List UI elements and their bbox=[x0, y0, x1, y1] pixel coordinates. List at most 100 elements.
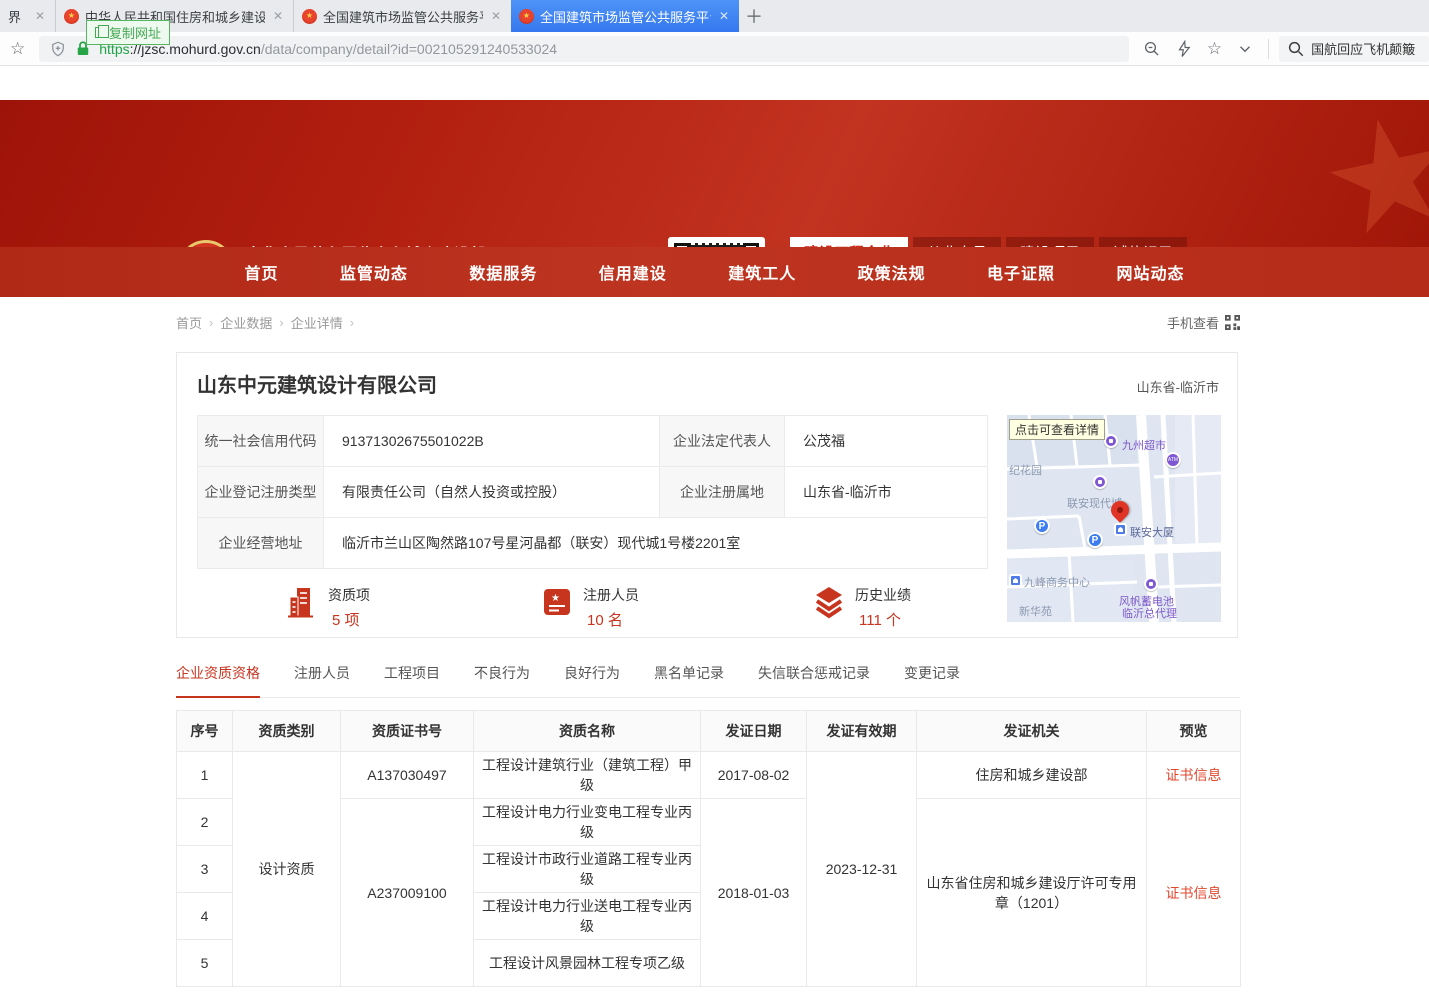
close-icon[interactable]: ✕ bbox=[33, 9, 47, 23]
nav-item-license[interactable]: 电子证照 bbox=[987, 260, 1055, 284]
cell-qual-name: 工程设计电力行业送电工程专业丙级 bbox=[474, 893, 701, 940]
breadcrumb-separator: › bbox=[350, 315, 354, 330]
cell-authority: 山东省住房和城乡建设厅许可专用章（1201） bbox=[917, 799, 1147, 987]
browser-tab-0[interactable]: 界 ✕ bbox=[0, 0, 55, 32]
location-map[interactable]: 点击可查看详情 九州超市 ATM 纪花园 联安现代城 联安大厦 P P 九峰商务… bbox=[1007, 415, 1221, 622]
tab-qualification[interactable]: 企业资质资格 bbox=[176, 663, 260, 698]
search-tab-project[interactable]: 建设项目 bbox=[1006, 237, 1094, 247]
tab-projects[interactable]: 工程项目 bbox=[384, 663, 440, 697]
certificate-icon: ★ bbox=[541, 585, 573, 619]
nav-item-data-service[interactable]: 数据服务 bbox=[469, 260, 537, 284]
breadcrumb-company-data[interactable]: 企业数据 bbox=[220, 313, 272, 332]
browser-search-box[interactable]: 国航回应飞机颠簸 bbox=[1279, 36, 1429, 62]
col-header: 资质类别 bbox=[233, 711, 341, 752]
site-favicon-icon: ★ bbox=[302, 9, 317, 24]
address-bar[interactable]: https://jzsc.mohurd.gov.cn/data/company/… bbox=[39, 36, 1129, 62]
company-info-table: 统一社会信用代码 91371302675501022B 企业法定代表人 公茂福 … bbox=[197, 415, 988, 569]
map-building-icon bbox=[1114, 523, 1127, 536]
cell-category: 设计资质 bbox=[233, 752, 341, 987]
breadcrumb-home[interactable]: 首页 bbox=[176, 313, 202, 332]
tab-change-record[interactable]: 变更记录 bbox=[904, 663, 960, 697]
reg-place-value: 山东省-临沂市 bbox=[785, 467, 988, 518]
favorite-star-icon[interactable]: ☆ bbox=[1207, 39, 1222, 59]
cell-issue-date: 2018-01-03 bbox=[701, 799, 807, 987]
close-icon[interactable]: ✕ bbox=[717, 9, 731, 23]
field-label: 企业登记注册类型 bbox=[198, 467, 324, 518]
site-favicon-icon: ★ bbox=[64, 9, 79, 24]
map-parking-icon: P bbox=[1034, 518, 1050, 534]
stat-label: 注册人员 bbox=[583, 585, 639, 605]
cell-qual-name: 工程设计风景园林工程专项乙级 bbox=[474, 940, 701, 987]
star-decoration-icon bbox=[1319, 107, 1429, 247]
stat-qualifications: 资质项 5 项 bbox=[286, 585, 370, 630]
mobile-view[interactable]: 手机查看 bbox=[1167, 313, 1240, 332]
cell-no: 4 bbox=[177, 893, 233, 940]
company-stats: 资质项 5 项 ★ 注册人员 10 名 历史业绩 111 个 bbox=[177, 585, 987, 633]
bookmark-star-icon[interactable]: ☆ bbox=[10, 39, 25, 59]
divider bbox=[1268, 39, 1269, 59]
stat-value: 111 个 bbox=[855, 609, 911, 630]
breadcrumb-company-detail[interactable]: 企业详情 bbox=[291, 313, 343, 332]
cell-qual-name: 工程设计市政行业道路工程专业丙级 bbox=[474, 846, 701, 893]
nav-item-news[interactable]: 网站动态 bbox=[1116, 260, 1184, 284]
chevron-down-icon[interactable] bbox=[1236, 40, 1254, 58]
national-emblem-logo: ★ bbox=[178, 240, 234, 247]
lightning-icon[interactable] bbox=[1175, 40, 1193, 58]
nav-item-credit[interactable]: 信用建设 bbox=[599, 260, 667, 284]
tab-label: 全国建筑市场监管公共服务平台 bbox=[323, 7, 483, 26]
browser-toolbar: ☆ https://jzsc.mohurd.gov.cn/data/compan… bbox=[0, 32, 1429, 66]
close-icon[interactable]: ✕ bbox=[271, 9, 285, 23]
certificate-info-link[interactable]: 证书信息 bbox=[1166, 767, 1222, 783]
field-label: 企业法定代表人 bbox=[660, 416, 785, 467]
site-header: ★ 中华人民共和国住房和城乡建设部 www.mohurd.gov.cn 全国建筑… bbox=[0, 100, 1429, 247]
legal-rep-value: 公茂福 bbox=[785, 416, 988, 467]
search-tab-personnel[interactable]: 从业人员 bbox=[913, 237, 1001, 247]
copy-icon bbox=[95, 27, 104, 38]
nav-item-workers[interactable]: 建筑工人 bbox=[728, 260, 796, 284]
cell-authority: 住房和城乡建设部 bbox=[917, 752, 1147, 799]
col-header: 资质名称 bbox=[474, 711, 701, 752]
map-building-icon bbox=[1009, 574, 1022, 587]
map-tooltip: 点击可查看详情 bbox=[1009, 419, 1105, 440]
field-label: 企业经营地址 bbox=[198, 518, 324, 569]
cell-qual-name: 工程设计电力行业变电工程专业丙级 bbox=[474, 799, 701, 846]
nav-item-policy[interactable]: 政策法规 bbox=[858, 260, 926, 284]
search-tab-enterprise[interactable]: 建设工程企业 bbox=[790, 237, 908, 247]
hot-search-text: 国航回应飞机颠簸 bbox=[1311, 39, 1415, 58]
nav-item-supervision[interactable]: 监管动态 bbox=[340, 260, 408, 284]
tab-registered-personnel[interactable]: 注册人员 bbox=[294, 663, 350, 697]
table-header-row: 序号 资质类别 资质证书号 资质名称 发证日期 发证有效期 发证机关 预览 bbox=[177, 711, 1241, 752]
cell-cert-no: A137030497 bbox=[341, 752, 474, 799]
new-tab-button[interactable]: ＋ bbox=[739, 0, 769, 32]
map-poi-pin-icon bbox=[1093, 475, 1107, 489]
browser-tab-2[interactable]: ★ 全国建筑市场监管公共服务平台 ✕ bbox=[293, 0, 511, 32]
cell-qual-name: 工程设计建筑行业（建筑工程）甲级 bbox=[474, 752, 701, 799]
certificate-info-link[interactable]: 证书信息 bbox=[1166, 885, 1222, 901]
stat-label: 资质项 bbox=[328, 585, 370, 605]
stat-value: 10 名 bbox=[583, 609, 639, 630]
search-tab-credit[interactable]: 诚信记录 bbox=[1099, 237, 1187, 247]
header-qr-code bbox=[668, 237, 765, 247]
col-header: 预览 bbox=[1147, 711, 1241, 752]
cell-cert-no: A237009100 bbox=[341, 799, 474, 987]
map-poi-pin-icon bbox=[1144, 577, 1158, 591]
qualification-table: 序号 资质类别 资质证书号 资质名称 发证日期 发证有效期 发证机关 预览 1 … bbox=[176, 710, 1241, 987]
tab-bad-behavior[interactable]: 不良行为 bbox=[474, 663, 530, 697]
close-icon[interactable]: ✕ bbox=[489, 9, 503, 23]
map-parking-icon: P bbox=[1087, 532, 1103, 548]
tab-dishonesty[interactable]: 失信联合惩戒记录 bbox=[758, 663, 870, 697]
copy-url-tooltip: 复制网址 bbox=[86, 20, 170, 45]
map-label-business-center: 九峰商务中心 bbox=[1024, 574, 1090, 590]
zoom-out-icon[interactable] bbox=[1143, 40, 1161, 58]
tab-good-behavior[interactable]: 良好行为 bbox=[564, 663, 620, 697]
breadcrumb-separator: › bbox=[279, 315, 283, 330]
stat-value: 5 项 bbox=[328, 609, 370, 630]
nav-item-home[interactable]: 首页 bbox=[245, 260, 279, 284]
cell-no: 1 bbox=[177, 752, 233, 799]
breadcrumb: 首页 › 企业数据 › 企业详情 › 手机查看 bbox=[176, 313, 1240, 332]
main-navigation: 首页 监管动态 数据服务 信用建设 建筑工人 政策法规 电子证照 网站动态 bbox=[0, 247, 1429, 297]
stat-label: 历史业绩 bbox=[855, 585, 911, 605]
tab-blacklist[interactable]: 黑名单记录 bbox=[654, 663, 724, 697]
company-name: 山东中元建筑设计有限公司 bbox=[197, 369, 437, 398]
browser-tab-active[interactable]: ★ 全国建筑市场监管公共服务平台 ✕ bbox=[511, 0, 739, 32]
